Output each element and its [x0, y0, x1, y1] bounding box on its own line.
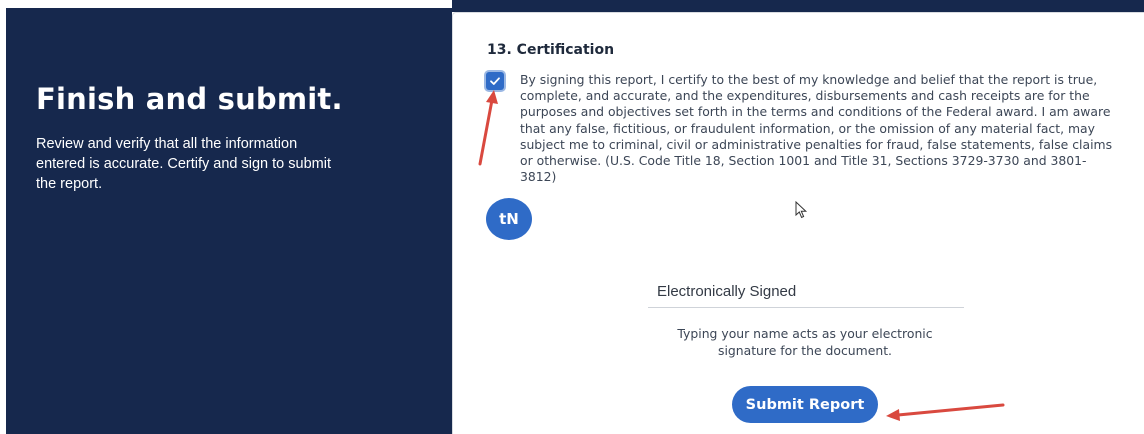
page-title: Finish and submit.	[36, 82, 343, 116]
mouse-cursor-icon	[795, 201, 808, 219]
checkmark-icon	[490, 77, 500, 85]
avatar: tN	[486, 198, 532, 240]
submit-report-button[interactable]: Submit Report	[732, 386, 878, 423]
certify-checkbox[interactable]	[486, 72, 504, 90]
signature-field[interactable]	[648, 276, 964, 308]
top-dark-strip	[452, 0, 1144, 12]
certification-text: By signing this report, I certify to the…	[520, 72, 1113, 185]
signature-help-text: Typing your name acts as your electronic…	[677, 326, 933, 358]
left-panel: Finish and submit. Review and verify tha…	[6, 8, 452, 434]
page-description: Review and verify that all the informati…	[36, 136, 331, 192]
section-title: 13. Certification	[487, 42, 615, 58]
